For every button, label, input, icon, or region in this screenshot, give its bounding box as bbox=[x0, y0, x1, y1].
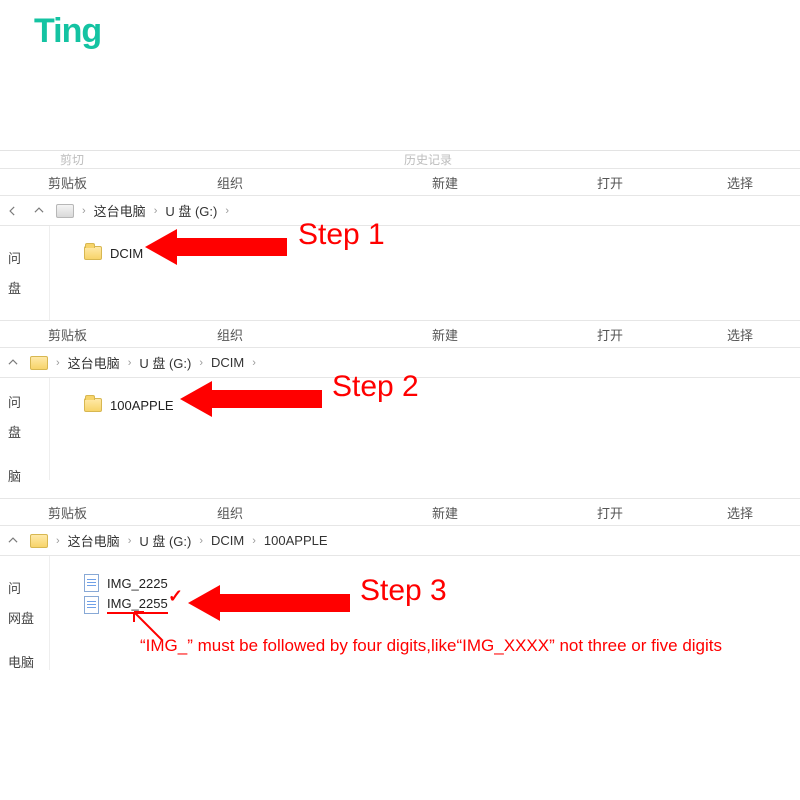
drive-icon bbox=[56, 204, 74, 218]
file-label: IMG_2255 bbox=[107, 596, 168, 614]
folder-icon bbox=[30, 356, 48, 370]
tab-clipboard[interactable]: 剪贴板 bbox=[0, 173, 110, 192]
folder-icon bbox=[84, 398, 102, 412]
breadcrumb: › 这台电脑 › U 盘 (G:) › bbox=[0, 196, 800, 226]
file-list: DCIM bbox=[50, 226, 800, 320]
tab-clipboard[interactable]: 剪贴板 bbox=[0, 503, 110, 522]
chevron-right-icon: › bbox=[199, 357, 203, 369]
nav-up-icon[interactable] bbox=[4, 354, 22, 372]
crumb-dcim[interactable]: DCIM bbox=[211, 355, 244, 370]
tab-new[interactable]: 新建 bbox=[350, 503, 540, 522]
tab-organize[interactable]: 组织 bbox=[110, 173, 350, 192]
chevron-right-icon: › bbox=[199, 535, 203, 547]
ghost-row: 剪切 历史记录 bbox=[0, 150, 800, 168]
sidebar-item[interactable]: 盘 bbox=[0, 274, 49, 304]
sidebar-item[interactable]: 盘 bbox=[0, 418, 49, 448]
crumb-100apple[interactable]: 100APPLE bbox=[264, 533, 328, 548]
breadcrumb: › 这台电脑 › U 盘 (G:) › DCIM › 100APPLE bbox=[0, 526, 800, 556]
crumb-this-pc[interactable]: 这台电脑 bbox=[68, 531, 120, 550]
file-row[interactable]: IMG_2255 bbox=[84, 594, 800, 616]
tab-select[interactable]: 选择 bbox=[680, 173, 800, 192]
sidebar-item[interactable]: 电脑 bbox=[0, 648, 49, 678]
sidebar-item[interactable]: 脑 bbox=[0, 462, 49, 492]
sidebar: 问 盘 脑 bbox=[0, 378, 50, 480]
brand-logo: Ting bbox=[34, 12, 101, 51]
tab-open[interactable]: 打开 bbox=[540, 173, 680, 192]
chevron-right-icon: › bbox=[154, 205, 158, 217]
chevron-right-icon: › bbox=[252, 535, 256, 547]
crumb-udrive[interactable]: U 盘 (G:) bbox=[165, 201, 217, 220]
chevron-right-icon: › bbox=[252, 357, 256, 369]
tab-organize[interactable]: 组织 bbox=[110, 503, 350, 522]
ribbon-tabs: 剪贴板 组织 新建 打开 选择 bbox=[0, 498, 800, 526]
file-row[interactable]: IMG_2225 bbox=[84, 572, 800, 594]
sidebar: 问 盘 bbox=[0, 226, 50, 320]
ribbon-tabs: 剪贴板 组织 新建 打开 选择 bbox=[0, 168, 800, 196]
tab-select[interactable]: 选择 bbox=[680, 325, 800, 344]
tab-open[interactable]: 打开 bbox=[540, 325, 680, 344]
explorer-panel-2: 剪贴板 组织 新建 打开 选择 › 这台电脑 › U 盘 (G:) › DCIM… bbox=[0, 320, 800, 498]
ghost-right: 历史记录 bbox=[404, 151, 452, 168]
explorer-panel-1: 剪切 历史记录 剪贴板 组织 新建 打开 选择 › 这台电脑 › U 盘 (G:… bbox=[0, 150, 800, 320]
file-list: 100APPLE bbox=[50, 378, 800, 480]
sidebar-item[interactable]: 网盘 bbox=[0, 604, 49, 634]
chevron-right-icon: › bbox=[56, 357, 60, 369]
sidebar-item[interactable]: 问 bbox=[0, 388, 49, 418]
nav-up-icon[interactable] bbox=[30, 202, 48, 220]
folder-dcim[interactable]: DCIM bbox=[84, 242, 800, 264]
folder-100apple[interactable]: 100APPLE bbox=[84, 394, 800, 416]
sidebar-item[interactable]: 问 bbox=[0, 244, 49, 274]
file-list: IMG_2225 IMG_2255 bbox=[50, 556, 800, 670]
chevron-right-icon: › bbox=[225, 205, 229, 217]
tab-new[interactable]: 新建 bbox=[350, 173, 540, 192]
chevron-right-icon: › bbox=[128, 357, 132, 369]
breadcrumb: › 这台电脑 › U 盘 (G:) › DCIM › bbox=[0, 348, 800, 378]
nav-back-icon[interactable] bbox=[4, 202, 22, 220]
ribbon-tabs: 剪贴板 组织 新建 打开 选择 bbox=[0, 320, 800, 348]
file-label: IMG_2225 bbox=[107, 576, 168, 591]
crumb-udrive[interactable]: U 盘 (G:) bbox=[139, 531, 191, 550]
crumb-udrive[interactable]: U 盘 (G:) bbox=[139, 353, 191, 372]
image-file-icon bbox=[84, 596, 99, 614]
tab-clipboard[interactable]: 剪贴板 bbox=[0, 325, 110, 344]
explorer-panel-3: 剪贴板 组织 新建 打开 选择 › 这台电脑 › U 盘 (G:) › DCIM… bbox=[0, 498, 800, 688]
sidebar: 问 网盘 电脑 bbox=[0, 556, 50, 670]
tab-open[interactable]: 打开 bbox=[540, 503, 680, 522]
tab-select[interactable]: 选择 bbox=[680, 503, 800, 522]
folder-label: 100APPLE bbox=[110, 398, 174, 413]
chevron-right-icon: › bbox=[82, 205, 86, 217]
chevron-right-icon: › bbox=[128, 535, 132, 547]
tab-new[interactable]: 新建 bbox=[350, 325, 540, 344]
nav-up-icon[interactable] bbox=[4, 532, 22, 550]
chevron-right-icon: › bbox=[56, 535, 60, 547]
tab-organize[interactable]: 组织 bbox=[110, 325, 350, 344]
folder-icon bbox=[84, 246, 102, 260]
sidebar-item[interactable]: 问 bbox=[0, 574, 49, 604]
crumb-dcim[interactable]: DCIM bbox=[211, 533, 244, 548]
ghost-left: 剪切 bbox=[60, 151, 84, 168]
folder-icon bbox=[30, 534, 48, 548]
folder-label: DCIM bbox=[110, 246, 143, 261]
crumb-this-pc[interactable]: 这台电脑 bbox=[94, 201, 146, 220]
image-file-icon bbox=[84, 574, 99, 592]
crumb-this-pc[interactable]: 这台电脑 bbox=[68, 353, 120, 372]
